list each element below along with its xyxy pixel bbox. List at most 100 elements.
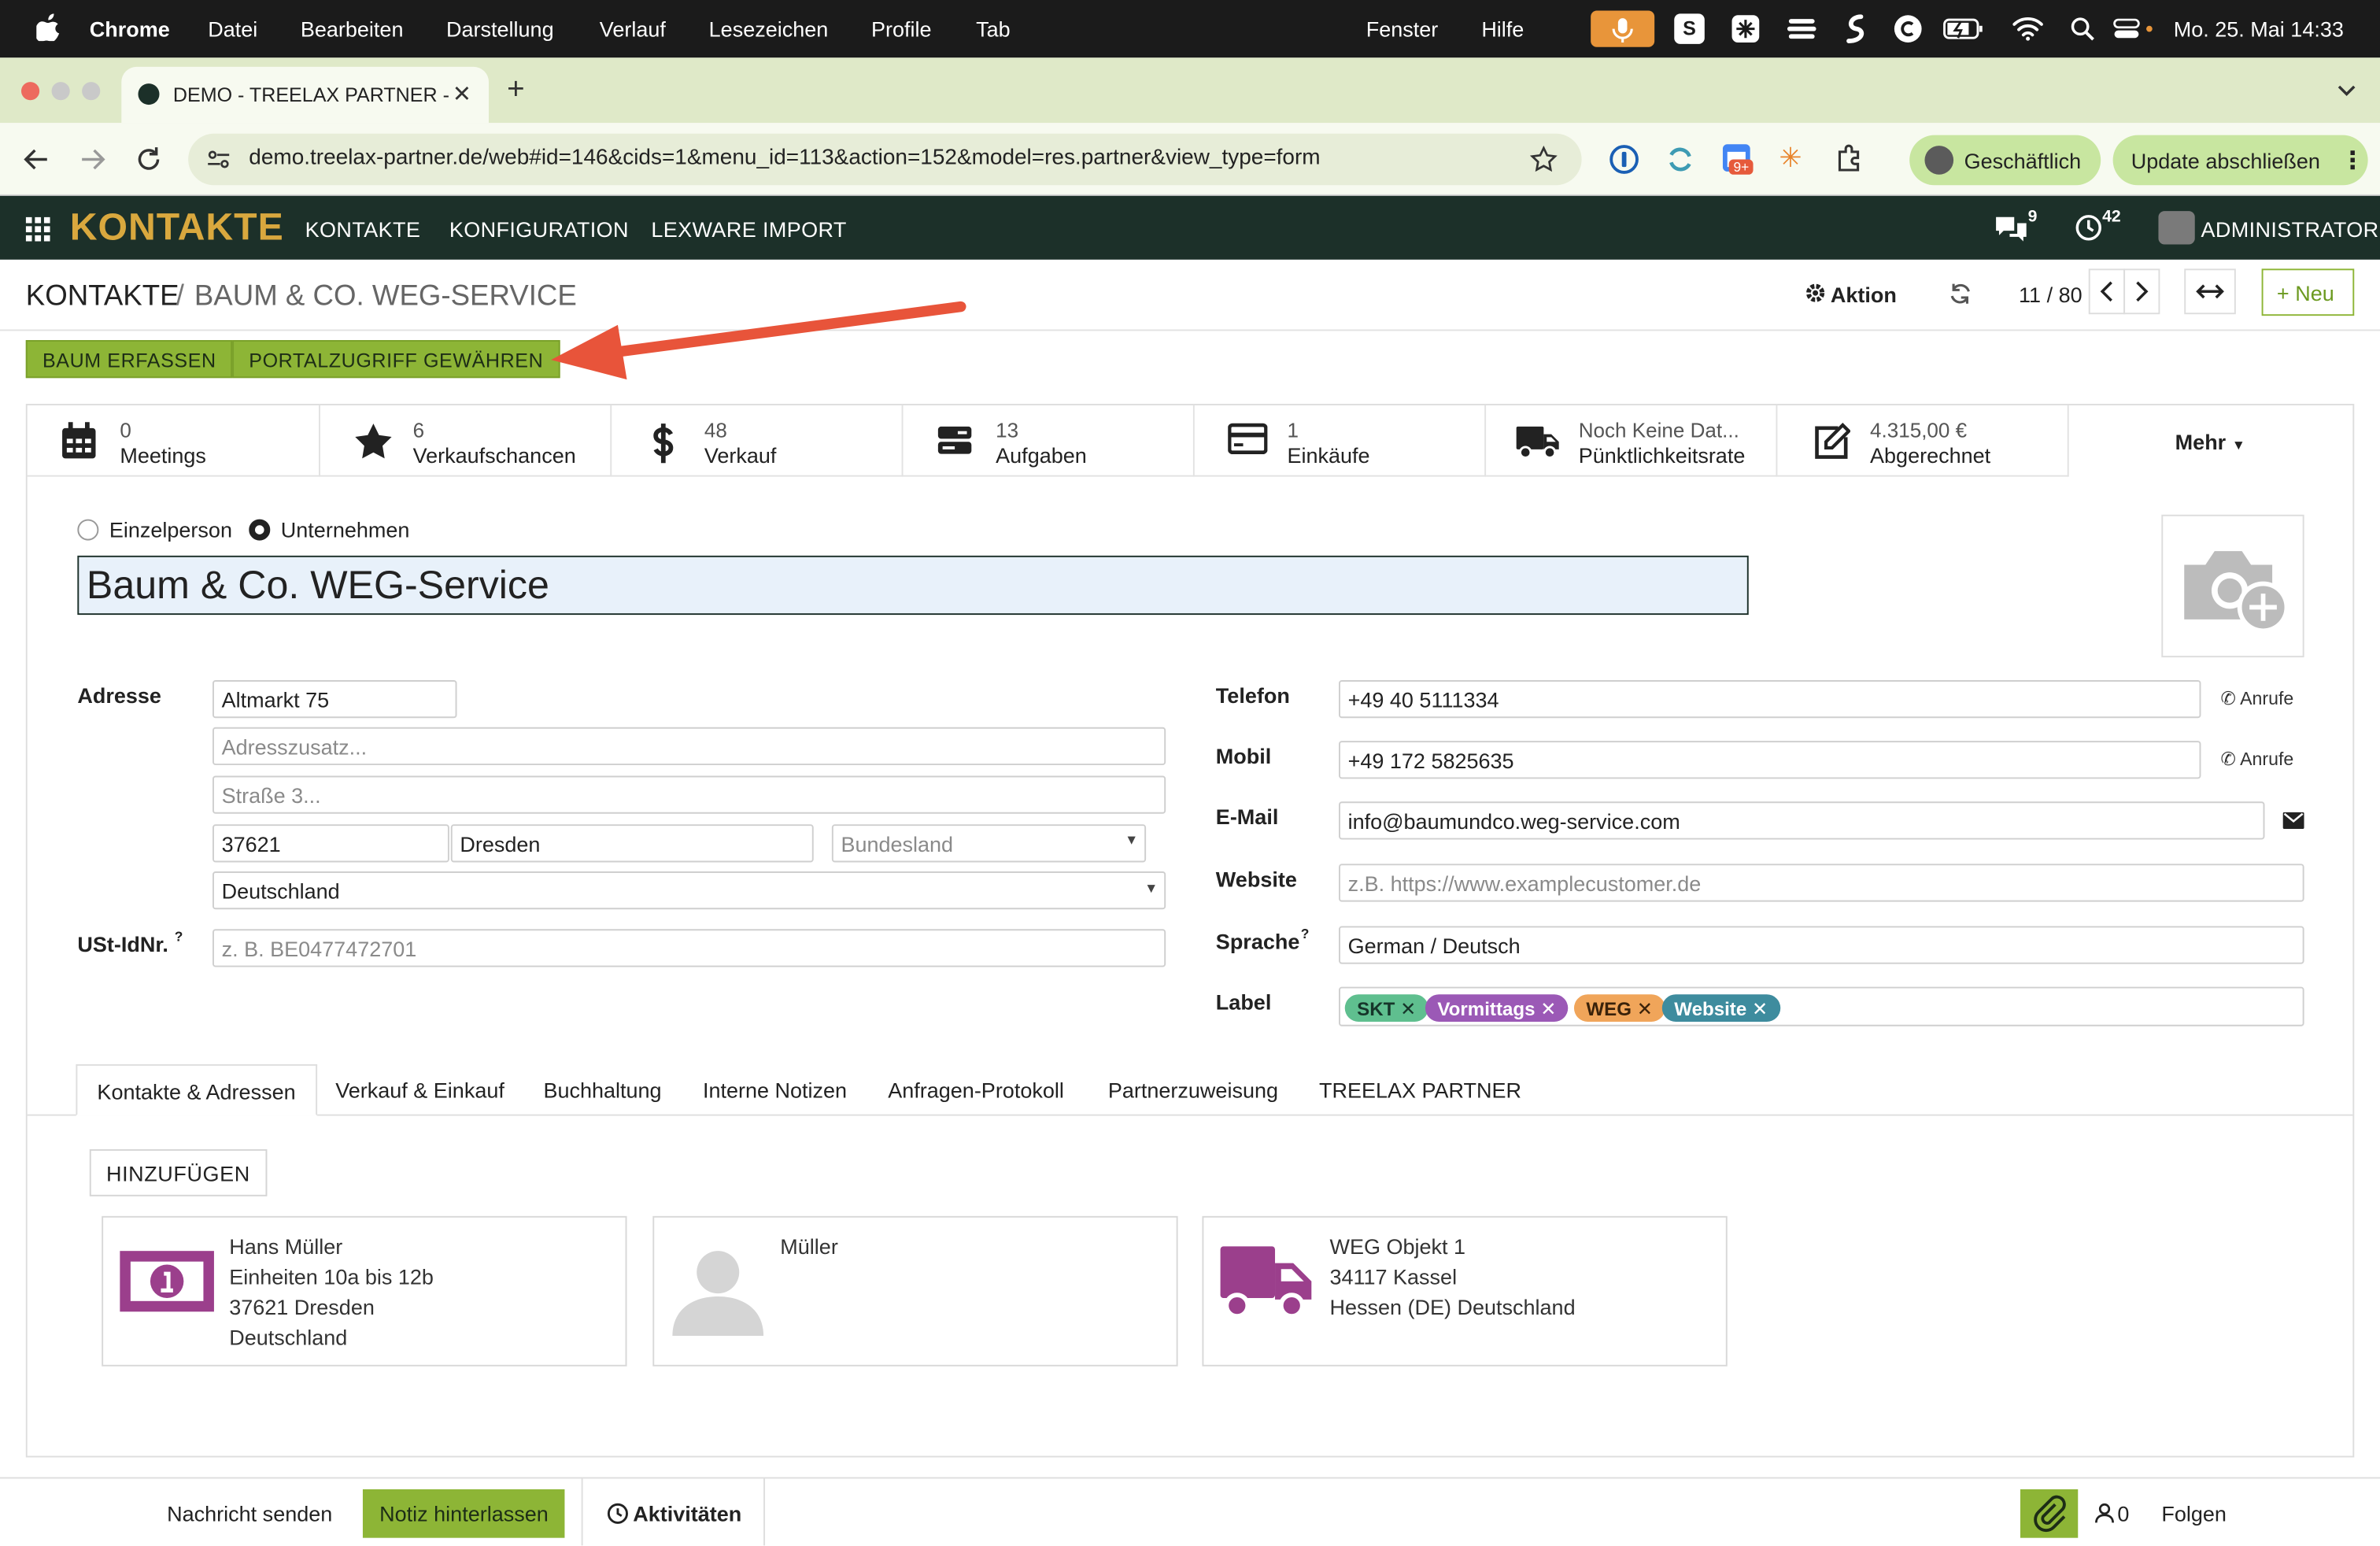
tag-vormittags[interactable]: Vormittags ✕: [1425, 994, 1569, 1022]
portal-access-button[interactable]: PORTALZUGRIFF GEWÄHREN: [232, 340, 560, 379]
partner-image[interactable]: [2161, 514, 2304, 658]
language-select[interactable]: German / Deutsch: [1339, 926, 2304, 964]
control-center-icon[interactable]: [2113, 17, 2159, 41]
microphone-icon[interactable]: [1591, 10, 1655, 47]
sync-icon[interactable]: [1842, 13, 1867, 44]
battery-icon[interactable]: [1943, 17, 1986, 41]
perplexity-icon[interactable]: [1731, 13, 1761, 44]
forward-arrow-icon[interactable]: [79, 146, 106, 173]
claude-extension-icon[interactable]: ✳: [1779, 142, 1802, 175]
tab-close-icon[interactable]: ✕: [453, 80, 471, 108]
stat-sales[interactable]: 48 Verkauf: [612, 405, 904, 477]
radio-company[interactable]: [249, 519, 271, 541]
tag-weg[interactable]: WEG ✕: [1573, 994, 1665, 1022]
address-bar[interactable]: demo.treelax-partner.de/web#id=146&cids=…: [188, 133, 1582, 186]
add-contact-button[interactable]: HINZUFÜGEN: [89, 1148, 268, 1196]
call-mobile-button[interactable]: ✆ Anrufe: [2221, 749, 2294, 770]
contact-card[interactable]: Müller: [652, 1215, 1178, 1367]
gear-icon[interactable]: [1805, 283, 1826, 304]
language-help-icon[interactable]: ?: [1301, 926, 1310, 941]
tag-website[interactable]: Website ✕: [1661, 994, 1780, 1022]
stat-punctuality[interactable]: Noch Keine Dat... Pünktlichkeitsrate: [1486, 405, 1778, 477]
envelope-icon[interactable]: [2282, 812, 2304, 830]
tab-internal-notes[interactable]: Interne Notizen: [683, 1064, 867, 1116]
stat-opportunities[interactable]: 6 Verkaufschancen: [320, 405, 612, 477]
menu-fenster[interactable]: Fenster: [1366, 17, 1439, 41]
user-avatar[interactable]: [2158, 211, 2195, 245]
menu-hilfe[interactable]: Hilfe: [1481, 17, 1524, 41]
window-minimize-button[interactable]: [51, 82, 70, 101]
menu-profile[interactable]: Profile: [871, 17, 932, 41]
skype-icon[interactable]: S: [1674, 13, 1705, 44]
action-menu[interactable]: Aktion: [1831, 283, 1897, 307]
stat-tasks[interactable]: 13 Aufgaben: [903, 405, 1195, 477]
attachment-button[interactable]: [2020, 1489, 2079, 1538]
radio-individual-label[interactable]: Einzelperson: [109, 518, 232, 542]
stat-meetings[interactable]: 0 Meetings: [27, 405, 320, 477]
partner-name-input[interactable]: Baum & Co. WEG-Service: [77, 555, 1749, 616]
menubar-clock[interactable]: Mo. 25. Mai 14:33: [2174, 17, 2344, 41]
nav-konfiguration[interactable]: KONFIGURATION: [449, 217, 629, 242]
activity-clock-icon[interactable]: [2075, 214, 2102, 242]
menu-darstellung[interactable]: Darstellung: [446, 17, 554, 41]
update-button[interactable]: Update abschließen ⋮: [2112, 135, 2368, 186]
country-select[interactable]: Deutschland ▼: [213, 871, 1166, 910]
breadcrumb-root[interactable]: KONTAKTE: [26, 281, 179, 314]
site-info-icon[interactable]: [206, 147, 231, 172]
window-close-button[interactable]: [21, 82, 40, 101]
messages-icon[interactable]: [1993, 213, 2029, 243]
street2-input[interactable]: Adresszusatz...: [213, 727, 1166, 766]
vat-input[interactable]: z. B. BE0477472701: [213, 929, 1166, 967]
stat-purchases[interactable]: 1 Einkäufe: [1194, 405, 1487, 477]
bookmark-star-icon[interactable]: [1530, 146, 1558, 173]
kebab-menu-icon[interactable]: ⋮: [2341, 146, 2365, 176]
street3-input[interactable]: Straße 3...: [213, 775, 1166, 814]
baum-erfassen-button[interactable]: BAUM ERFASSEN: [25, 340, 233, 379]
tag-skt-remove-icon[interactable]: ✕: [1400, 999, 1416, 1020]
pager-value[interactable]: 11 / 80: [2019, 283, 2082, 307]
stat-invoiced[interactable]: 4.315,00 € Abgerechnet: [1777, 405, 2069, 477]
menu-tab[interactable]: Tab: [976, 17, 1011, 41]
expand-width-button[interactable]: [2184, 268, 2236, 315]
tag-skt[interactable]: SKT ✕: [1344, 994, 1428, 1022]
tab-sales-purchase[interactable]: Verkauf & Einkauf: [316, 1064, 524, 1116]
zip-input[interactable]: 37621: [213, 824, 449, 863]
apple-icon[interactable]: [36, 13, 61, 42]
spotlight-search-icon[interactable]: [2071, 17, 2095, 41]
onepassword-icon[interactable]: [1609, 144, 1639, 175]
nav-kontakte[interactable]: KONTAKTE: [305, 217, 421, 242]
pager-previous-button[interactable]: [2088, 268, 2126, 315]
tab-treelax-partner[interactable]: TREELAX PARTNER: [1299, 1064, 1541, 1116]
log-note-button[interactable]: Notiz hinterlassen: [362, 1489, 565, 1538]
user-name[interactable]: ADMINISTRATOR: [2201, 217, 2378, 242]
street-input[interactable]: Altmarkt 75: [213, 680, 457, 719]
pager-next-button[interactable]: [2123, 268, 2160, 315]
menu-bearbeiten[interactable]: Bearbeiten: [301, 17, 404, 41]
more-stats-button[interactable]: Mehr ▼: [2175, 430, 2245, 454]
menu-app-name[interactable]: Chrome: [90, 17, 170, 41]
menu-verlauf[interactable]: Verlauf: [600, 17, 666, 41]
url-text[interactable]: demo.treelax-partner.de/web#id=146&cids=…: [249, 146, 1320, 170]
email-input[interactable]: info@baumundco.weg-service.com: [1339, 801, 2265, 840]
new-button[interactable]: + Neu: [2261, 268, 2355, 316]
mobile-input[interactable]: +49 172 5825635: [1339, 741, 2201, 779]
send-message-button[interactable]: Nachricht senden: [167, 1501, 332, 1526]
sync-extension-icon[interactable]: [1665, 144, 1696, 175]
apps-grid-icon[interactable]: [25, 216, 50, 242]
tab-request-log[interactable]: Anfragen-Protokoll: [868, 1064, 1084, 1116]
vat-help-icon[interactable]: ?: [175, 929, 183, 944]
c-circle-icon[interactable]: [1893, 13, 1924, 44]
window-zoom-button[interactable]: [82, 82, 101, 101]
tag-website-remove-icon[interactable]: ✕: [1752, 999, 1768, 1020]
stack-icon[interactable]: [1787, 15, 1817, 43]
contact-card[interactable]: WEG Objekt 1 34117 Kassel Hessen (DE) De…: [1202, 1215, 1728, 1367]
extensions-puzzle-icon[interactable]: [1835, 142, 1866, 173]
follow-button[interactable]: Folgen: [2161, 1501, 2227, 1526]
reload-icon[interactable]: [135, 146, 163, 173]
radio-company-label[interactable]: Unternehmen: [281, 518, 410, 542]
tags-field[interactable]: SKT ✕ Vormittags ✕ WEG ✕ Website ✕: [1339, 986, 2304, 1026]
tab-contacts-addresses[interactable]: Kontakte & Adressen: [76, 1063, 317, 1116]
nav-lexware-import[interactable]: LEXWARE IMPORT: [651, 217, 846, 242]
refresh-icon[interactable]: [1949, 283, 1972, 305]
contact-card[interactable]: Hans Müller Einheiten 10a bis 12b 37621 …: [102, 1215, 627, 1367]
